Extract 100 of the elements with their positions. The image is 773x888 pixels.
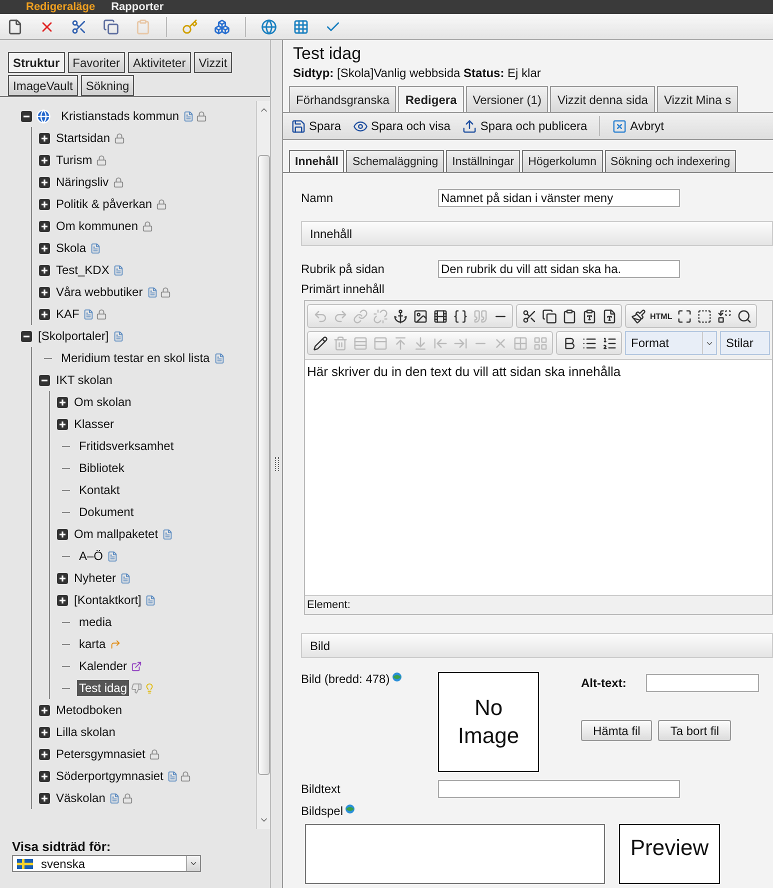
tree-item[interactable]: karta — [77, 636, 108, 652]
expand-toggle[interactable] — [39, 748, 50, 760]
tree-item[interactable]: Metodboken — [54, 702, 124, 718]
tree-item[interactable]: Politik & påverkan — [54, 196, 154, 212]
grid-icon[interactable] — [293, 18, 309, 34]
tree-item[interactable]: Väskolan — [54, 790, 108, 806]
menu-item[interactable]: Redigeraläge — [26, 1, 96, 13]
expand-toggle[interactable] — [39, 132, 50, 144]
tree-item[interactable]: KAF — [54, 306, 82, 322]
tree-item[interactable]: [Skolportaler] — [36, 328, 111, 344]
expand-toggle[interactable] — [39, 308, 50, 320]
tree-item[interactable]: Lilla skolan — [54, 724, 118, 740]
tree-item[interactable]: Meridium testar en skol lista — [59, 350, 212, 366]
tab[interactable]: Högerkolumn — [522, 150, 603, 172]
action-button[interactable]: Spara och publicera — [462, 118, 588, 134]
tree-item[interactable]: Om mallpaketet — [72, 526, 160, 542]
paste-icon[interactable] — [562, 308, 576, 324]
caret-icon[interactable] — [189, 859, 198, 868]
tab[interactable]: ImageVault — [8, 75, 78, 96]
globe-icon[interactable] — [261, 18, 277, 34]
expand-toggle[interactable] — [39, 286, 50, 298]
expand-toggle[interactable] — [57, 396, 68, 408]
tree-item[interactable]: Näringsliv — [54, 174, 111, 190]
tree-item[interactable]: Klasser — [72, 416, 116, 432]
cubes-icon[interactable] — [214, 18, 230, 34]
tree-item[interactable]: [Kontaktkort] — [72, 592, 144, 608]
file-button[interactable]: Ta bort fil — [658, 720, 732, 741]
bullet-list-icon[interactable] — [582, 336, 596, 350]
collapse-toggle[interactable] — [39, 374, 50, 386]
tree-item[interactable]: Nyheter — [72, 570, 118, 586]
scrollbar[interactable] — [256, 101, 270, 829]
input-field[interactable] — [646, 674, 760, 692]
replace-icon[interactable] — [716, 308, 732, 324]
expand-toggle[interactable] — [57, 528, 68, 540]
film-icon[interactable] — [432, 308, 448, 324]
expand-toggle[interactable] — [57, 594, 68, 606]
brush-icon[interactable] — [630, 308, 646, 324]
tab[interactable]: Sökning och indexering — [604, 150, 736, 172]
fullscreen-icon[interactable] — [676, 308, 692, 324]
tab[interactable]: Vizzit denna sida — [550, 86, 655, 112]
braces-icon[interactable] — [452, 308, 468, 324]
tab[interactable]: Vizzit Mina s — [656, 86, 738, 112]
tree-item[interactable]: A–Ö — [77, 548, 106, 564]
expand-toggle[interactable] — [39, 220, 50, 232]
search-icon[interactable] — [736, 308, 752, 324]
action-button[interactable]: Spara — [291, 118, 342, 134]
tree-item[interactable]: Söderportgymnasiet — [54, 768, 166, 784]
expand-toggle[interactable] — [39, 242, 50, 254]
tab[interactable]: Förhandsgranska — [289, 86, 396, 112]
paste-text-icon[interactable] — [582, 308, 596, 324]
action-button[interactable]: Spara och visa — [353, 118, 450, 134]
expand-toggle[interactable] — [39, 704, 50, 716]
collapse-toggle[interactable] — [21, 330, 32, 342]
expand-toggle[interactable] — [39, 154, 50, 166]
expand-toggle[interactable] — [57, 418, 68, 430]
tab[interactable]: Sökning — [80, 75, 134, 96]
tree-item[interactable]: IKT skolan — [54, 372, 114, 388]
editor-text[interactable]: Här skriver du in den text du vill att sidan ska innehålla — [305, 359, 772, 595]
tree-item[interactable]: Kontakt — [77, 482, 122, 498]
tree-item[interactable]: Kalender — [77, 658, 130, 674]
tree-item[interactable]: Kristianstads kommun — [59, 108, 182, 124]
tab[interactable]: Vizzit — [194, 52, 232, 73]
tab[interactable]: Versioner (1) — [466, 86, 548, 112]
tree-item[interactable]: Petersgymnasiet — [54, 746, 148, 762]
tab[interactable]: Innehåll — [289, 150, 344, 172]
tree-item[interactable]: Skola — [54, 240, 88, 256]
tree-item[interactable]: Dokument — [77, 504, 136, 520]
copy-icon[interactable] — [542, 308, 556, 324]
expand-toggle[interactable] — [39, 264, 50, 276]
new-page-icon[interactable] — [7, 18, 23, 34]
tab[interactable]: Aktiviteter — [128, 52, 191, 73]
html-button[interactable]: HTML — [648, 306, 674, 326]
collapse-toggle[interactable] — [21, 110, 32, 122]
tab[interactable]: Struktur — [8, 52, 65, 73]
menu-item[interactable]: Rapporter — [111, 1, 164, 13]
image-field[interactable]: No Image — [438, 672, 539, 772]
paste-word-icon[interactable] — [602, 308, 616, 324]
tab[interactable]: Favoriter — [68, 52, 126, 73]
tree-item[interactable]: Turism — [54, 152, 94, 168]
expand-toggle[interactable] — [57, 572, 68, 584]
tree-item[interactable]: Om kommunen — [54, 218, 140, 234]
tree-item[interactable]: Test idag — [77, 680, 130, 696]
expand-toggle[interactable] — [39, 198, 50, 210]
tab[interactable]: Redigera — [398, 86, 464, 112]
scissors-icon[interactable] — [71, 18, 87, 34]
language-select[interactable]: svenska — [12, 855, 201, 872]
tree-item[interactable]: Om skolan — [72, 394, 134, 410]
expand-toggle[interactable] — [39, 770, 50, 782]
expand-toggle[interactable] — [39, 792, 50, 804]
styles-dropdown[interactable]: Stilar — [720, 331, 770, 355]
tree-item[interactable]: Test_KDX — [54, 262, 112, 278]
file-button[interactable]: Hämta fil — [581, 720, 652, 741]
expand-toggle[interactable] — [39, 726, 50, 738]
tab[interactable]: Schemaläggning — [346, 150, 444, 172]
tree-item[interactable]: Våra webbutiker — [54, 284, 145, 300]
table-edit-icon[interactable] — [312, 336, 328, 350]
image-icon[interactable] — [412, 308, 428, 324]
input-field[interactable] — [438, 780, 680, 798]
numbered-list-icon[interactable] — [602, 336, 616, 350]
tree-item[interactable]: Fritidsverksamhet — [77, 438, 176, 454]
